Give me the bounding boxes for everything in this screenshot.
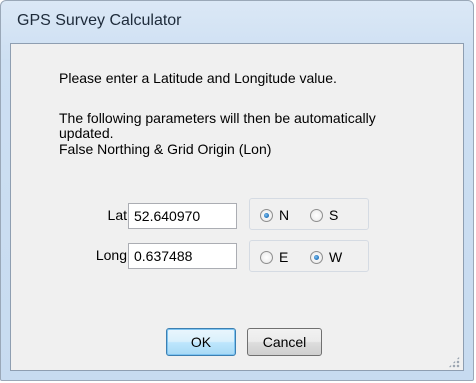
lat-input[interactable] — [128, 203, 237, 229]
lat-hemisphere-group: N S — [249, 198, 369, 230]
long-hemisphere-group: E W — [249, 240, 369, 272]
radio-south[interactable]: S — [310, 206, 338, 224]
instruction-line-3: updated. — [59, 125, 114, 141]
dialog-window: GPS Survey Calculator Please enter a Lat… — [0, 0, 474, 381]
instruction-line-4: False Northing & Grid Origin (Lon) — [59, 141, 272, 157]
radio-east[interactable]: E — [260, 248, 288, 266]
radio-south-indicator[interactable] — [310, 208, 323, 222]
radio-north-label[interactable]: N — [279, 207, 289, 223]
instruction-line-1: Please enter a Latitude and Longitude va… — [59, 70, 337, 86]
long-label: Long — [95, 247, 127, 263]
radio-north-indicator[interactable] — [260, 208, 273, 222]
radio-north[interactable]: N — [260, 206, 289, 224]
dialog-body: Please enter a Latitude and Longitude va… — [10, 43, 464, 371]
window-title: GPS Survey Calculator — [17, 12, 182, 29]
cancel-button[interactable]: Cancel — [247, 328, 322, 356]
title-bar[interactable]: GPS Survey Calculator — [1, 1, 473, 41]
instruction-line-2: The following parameters will then be au… — [59, 110, 376, 126]
radio-west-label[interactable]: W — [329, 249, 342, 265]
long-input[interactable] — [128, 243, 237, 269]
ok-button[interactable]: OK — [166, 328, 236, 356]
radio-south-label[interactable]: S — [329, 207, 338, 223]
resize-grip[interactable] — [448, 356, 460, 368]
radio-west[interactable]: W — [310, 248, 342, 266]
radio-east-indicator[interactable] — [260, 250, 273, 264]
lat-label: Lat — [107, 207, 127, 223]
radio-west-indicator[interactable] — [310, 250, 323, 264]
radio-east-label[interactable]: E — [279, 249, 288, 265]
